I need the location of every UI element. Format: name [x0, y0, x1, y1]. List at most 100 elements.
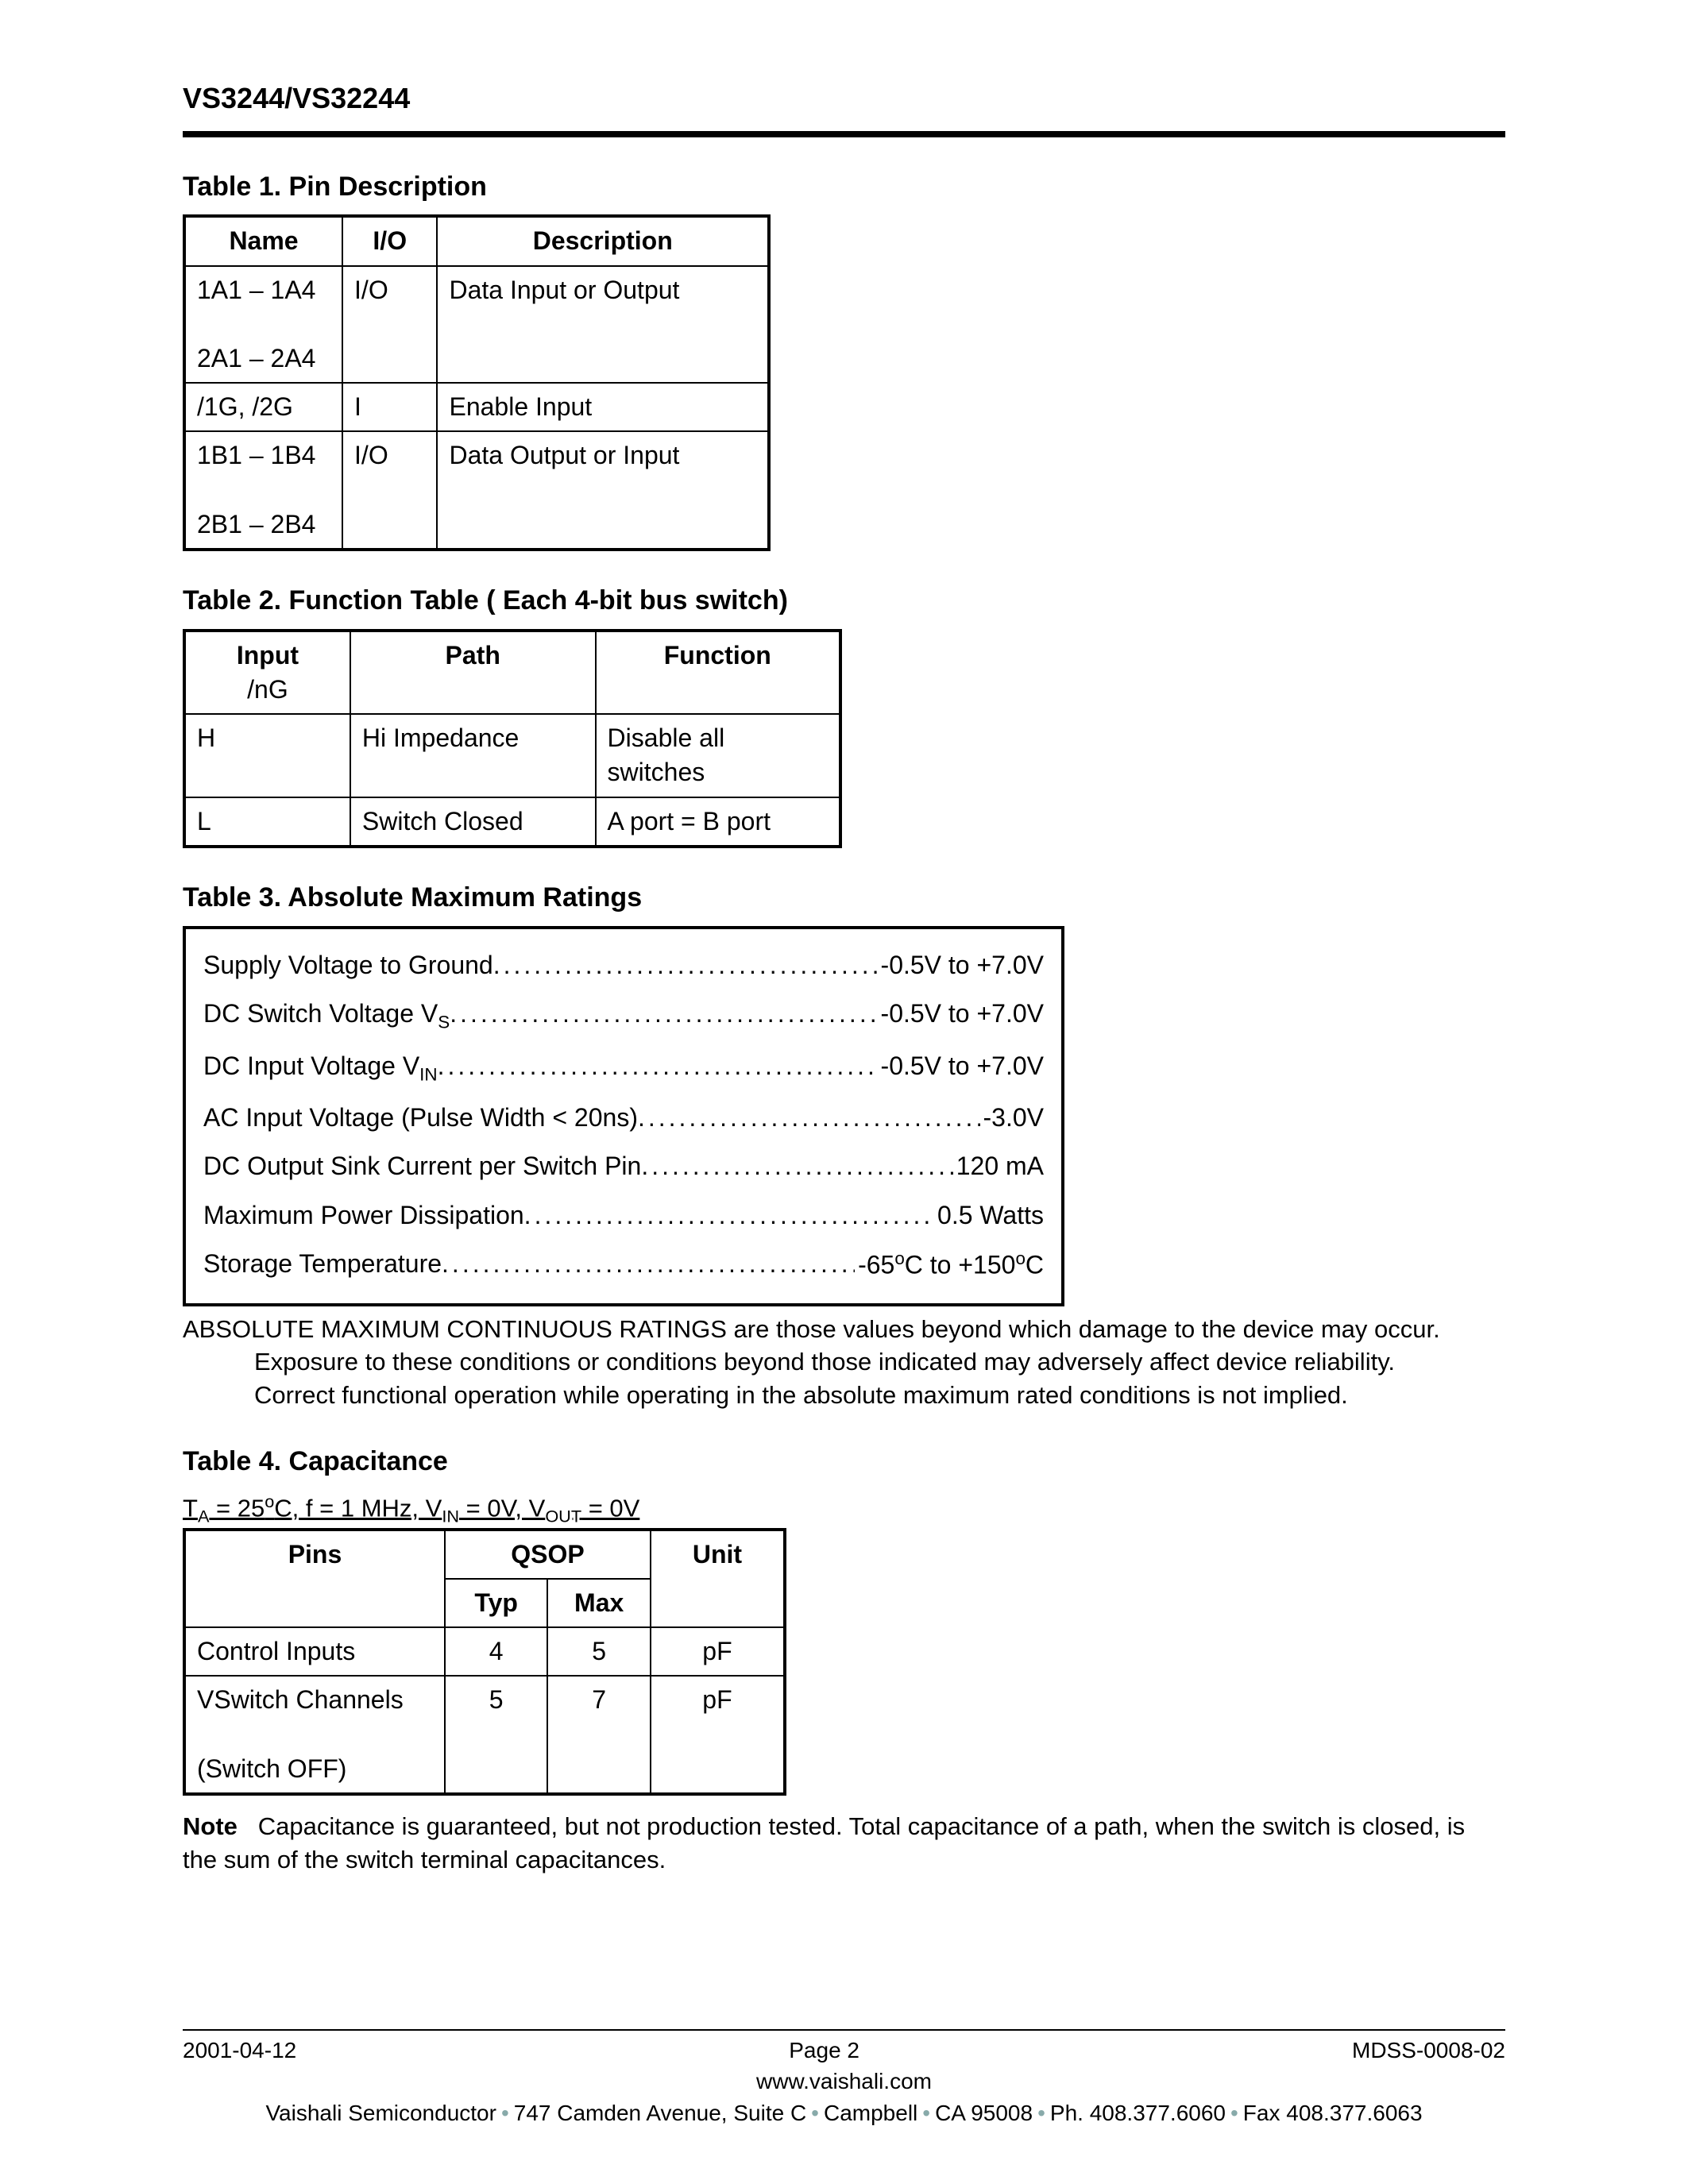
rating-label: AC Input Voltage (Pulse Width < 20ns) — [203, 1101, 638, 1135]
note-label: Note — [183, 1812, 238, 1840]
table-row: L Switch Closed A port = B port — [184, 797, 840, 847]
table4-conditions: TA = 25oC, f = 1 MHz, VIN = 0V, VOUT = 0… — [183, 1490, 1505, 1528]
table1: Name I/O Description 1A1 – 1A4 2A1 – 2A4… — [183, 214, 771, 551]
cell-unit: pF — [651, 1676, 785, 1794]
rating-value: -0.5V to +7.0V — [878, 997, 1044, 1035]
table4-note: Note Capacitance is guaranteed, but not … — [183, 1810, 1505, 1877]
note-text: Capacitance is guaranteed, but not produ… — [183, 1812, 1465, 1873]
subscript: IN — [419, 1064, 437, 1084]
table-header-row: Input /nG Path Function — [184, 631, 840, 714]
rating-row: Storage Temperature -65oC to +150oC — [203, 1247, 1044, 1283]
text: ABSOLUTE MAXIMUM CONTINUOUS RATINGS are … — [183, 1315, 1440, 1343]
col-typ: Typ — [445, 1579, 547, 1627]
cell-func: A port = B port — [596, 797, 840, 847]
leader-dots — [442, 1247, 855, 1283]
text: 2B1 – 2B4 — [197, 510, 315, 538]
text: Campbell — [824, 2101, 917, 2125]
table3-note: ABSOLUTE MAXIMUM CONTINUOUS RATINGS are … — [183, 1313, 1505, 1413]
table-row: /1G, /2G I Enable Input — [184, 383, 769, 431]
col-name: Name — [184, 216, 342, 265]
table2-title: Table 2. Function Table ( Each 4-bit bus… — [183, 583, 1505, 619]
rating-label: DC Input Voltage VIN — [203, 1049, 438, 1087]
rating-row: Maximum Power Dissipation 0.5 Watts — [203, 1198, 1044, 1233]
col-function: Function — [596, 631, 840, 714]
table-row: H Hi Impedance Disable all switches — [184, 714, 840, 797]
leader-dots — [524, 1198, 934, 1233]
text: Ph. 408.377.6060 — [1050, 2101, 1226, 2125]
rating-label: Supply Voltage to Ground — [203, 948, 493, 982]
table-header-row: Pins QSOP Unit — [184, 1530, 785, 1579]
cell-io: I/O — [342, 431, 437, 550]
col-io: I/O — [342, 216, 437, 265]
cell-desc: Data Input or Output — [437, 266, 769, 384]
cell-desc: Enable Input — [437, 383, 769, 431]
rating-row: AC Input Voltage (Pulse Width < 20ns) -3… — [203, 1101, 1044, 1135]
cell-unit: pF — [651, 1627, 785, 1676]
page: VS3244/VS32244 Table 1. Pin Description … — [0, 0, 1688, 2184]
cell-max: 7 — [547, 1676, 651, 1794]
col-pins: Pins — [184, 1530, 445, 1627]
col-description: Description — [437, 216, 769, 265]
leader-dots — [450, 997, 877, 1035]
footer-address: Vaishali Semiconductor•747 Camden Avenue… — [183, 2098, 1505, 2128]
text: Correct functional operation while opera… — [254, 1379, 1505, 1412]
table2: Input /nG Path Function H Hi Impedance D… — [183, 629, 842, 848]
cell-path: Hi Impedance — [350, 714, 596, 797]
rating-value: -0.5V to +7.0V — [878, 948, 1044, 982]
text: 1A1 – 1A4 — [197, 276, 315, 304]
text: Fax 408.377.6063 — [1243, 2101, 1423, 2125]
cell-name: 1B1 – 1B4 2B1 – 2B4 — [184, 431, 342, 550]
table4-title: Table 4. Capacitance — [183, 1444, 1505, 1480]
text: 1B1 – 1B4 — [197, 441, 315, 469]
table4: Pins QSOP Unit Typ Max Control Inputs 4 … — [183, 1528, 786, 1796]
bullet-icon: • — [496, 2101, 514, 2125]
cell-max: 5 — [547, 1627, 651, 1676]
cell-typ: 5 — [445, 1676, 547, 1794]
subscript: S — [438, 1012, 450, 1032]
leader-dots — [638, 1101, 980, 1135]
table3: Supply Voltage to Ground -0.5V to +7.0V … — [183, 926, 1064, 1306]
col-max: Max — [547, 1579, 651, 1627]
page-footer: 2001-04-12 Page 2 MDSS-0008-02 www.vaish… — [183, 2029, 1505, 2128]
header-rule — [183, 131, 1505, 137]
text: VSwitch Channels — [197, 1685, 404, 1714]
cell-pins: Control Inputs — [184, 1627, 445, 1676]
text: 2A1 – 2A4 — [197, 344, 315, 372]
col-unit: Unit — [651, 1530, 785, 1627]
cell-desc: Data Output or Input — [437, 431, 769, 550]
rating-row: DC Input Voltage VIN -0.5V to +7.0V — [203, 1049, 1044, 1087]
cell-io: I — [342, 383, 437, 431]
rating-value: 120 mA — [953, 1149, 1044, 1183]
rating-label: Maximum Power Dissipation — [203, 1198, 524, 1233]
table-header-row: Name I/O Description — [184, 216, 769, 265]
cell-io: I/O — [342, 266, 437, 384]
rating-row: Supply Voltage to Ground -0.5V to +7.0V — [203, 948, 1044, 982]
rating-value: -65oC to +150oC — [855, 1247, 1044, 1283]
bullet-icon: • — [1226, 2101, 1243, 2125]
text: Vaishali Semiconductor — [265, 2101, 496, 2125]
rating-label: DC Output Sink Current per Switch Pin — [203, 1149, 641, 1183]
cell-name: 1A1 – 1A4 2A1 – 2A4 — [184, 266, 342, 384]
rating-label: Storage Temperature — [203, 1247, 442, 1283]
text: /nG — [247, 675, 288, 704]
table-row: Control Inputs 4 5 pF — [184, 1627, 785, 1676]
cell-path: Switch Closed — [350, 797, 596, 847]
cell-func: Disable all switches — [596, 714, 840, 797]
text: DC Switch Voltage V — [203, 999, 438, 1028]
col-group-qsop: QSOP — [445, 1530, 651, 1579]
table-row: VSwitch Channels (Switch OFF) 5 7 pF — [184, 1676, 785, 1794]
rating-value: -0.5V to +7.0V — [878, 1049, 1044, 1087]
leader-dots — [438, 1049, 878, 1087]
text: DC Input Voltage V — [203, 1051, 419, 1080]
text: 747 Camden Avenue, Suite C — [514, 2101, 806, 2125]
text: (Switch OFF) — [197, 1754, 346, 1783]
cell-input: H — [184, 714, 350, 797]
rating-row: DC Output Sink Current per Switch Pin 12… — [203, 1149, 1044, 1183]
footer-date: 2001-04-12 — [183, 2035, 296, 2066]
footer-doc-id: MDSS-0008-02 — [1352, 2035, 1505, 2066]
rating-value: -3.0V — [980, 1101, 1044, 1135]
col-path: Path — [350, 631, 596, 714]
table-row: 1B1 – 1B4 2B1 – 2B4 I/O Data Output or I… — [184, 431, 769, 550]
cell-typ: 4 — [445, 1627, 547, 1676]
footer-url: www.vaishali.com — [183, 2066, 1505, 2097]
